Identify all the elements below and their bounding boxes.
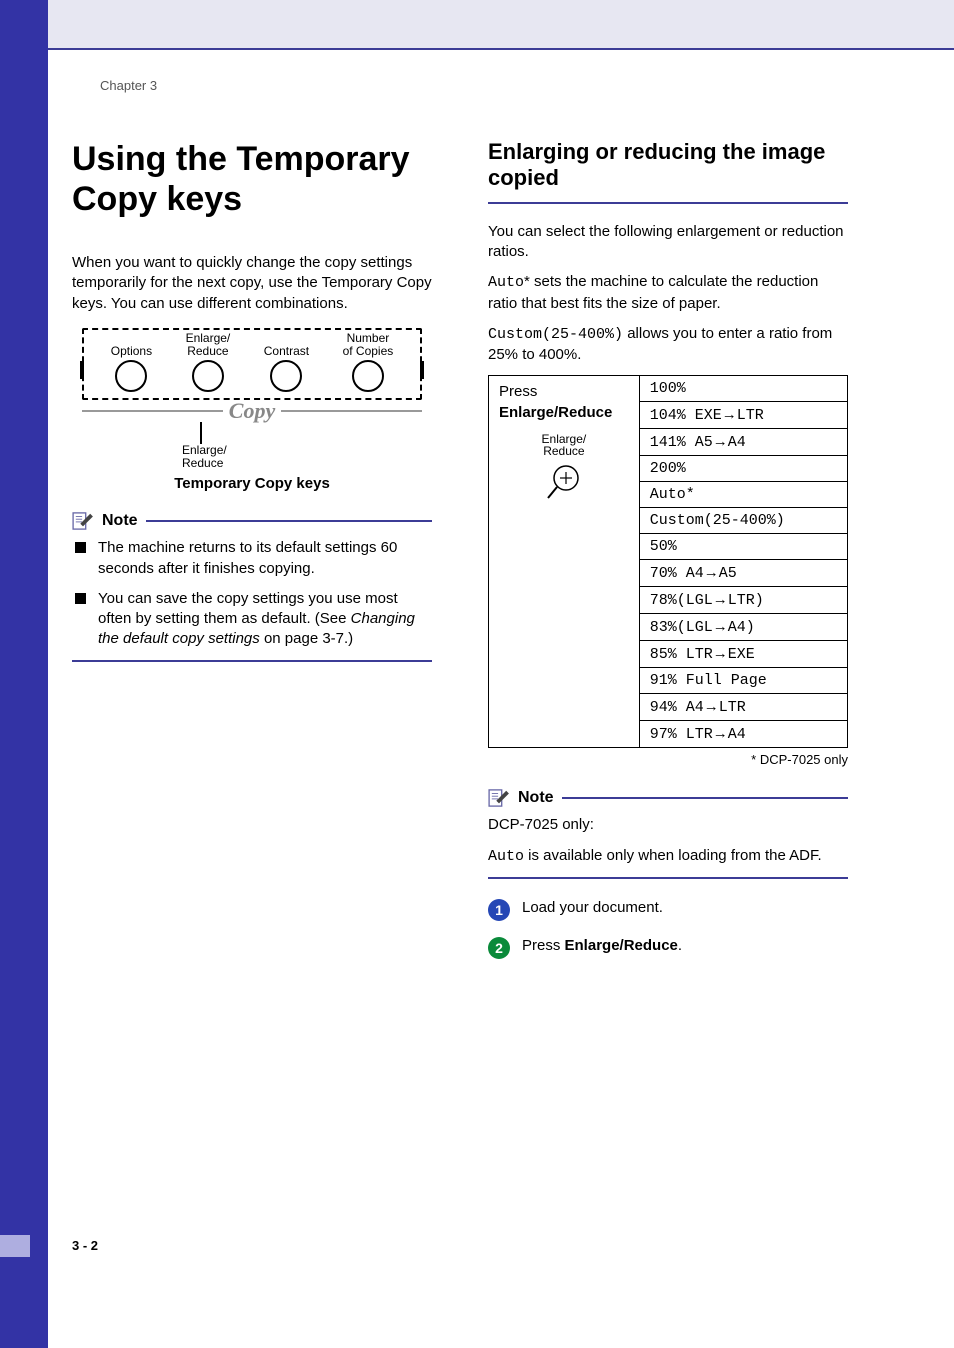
circle-icon: [270, 360, 302, 392]
left-margin-band: [0, 0, 48, 1348]
right-note-line1: DCP-7025 only:: [488, 815, 848, 835]
note-header-left: Note: [72, 512, 432, 530]
ratio-cell: 94% A4→LTR: [639, 694, 847, 721]
heading-rule: [488, 202, 848, 204]
options-button-graphic: Options: [111, 345, 152, 393]
note-header-right: Note: [488, 789, 848, 807]
enlarge-reduce-key-label: Enlarge/ Reduce: [499, 433, 629, 458]
step-bullet-1: 1: [488, 899, 510, 921]
copy-divider: Copy: [82, 398, 422, 424]
table-left-press: Press: [499, 383, 537, 400]
note-end-rule: [72, 660, 432, 662]
section-heading-left: Using the Temporary Copy keys: [72, 139, 432, 219]
chapter-label: Chapter 3: [100, 78, 892, 93]
auto-code-2: Auto: [488, 848, 524, 865]
note-list: The machine returns to its default setti…: [72, 538, 432, 649]
note-item: You can save the copy settings you use m…: [72, 589, 432, 650]
pointer-label: Enlarge/ Reduce: [182, 444, 422, 469]
right-note-line2-rest: is available only when loading from the …: [524, 847, 822, 864]
enlarge-reduce-button-graphic: Enlarge/ Reduce: [186, 332, 231, 392]
ratio-cell: Custom(25-400%): [639, 508, 847, 534]
note-pencil-icon: [488, 789, 510, 807]
options-label: Options: [111, 345, 152, 358]
step-2: 2 Press Enlarge/Reduce.: [488, 937, 848, 959]
step-2-text: Press Enlarge/Reduce.: [522, 937, 682, 954]
ratio-cell: 50%: [639, 534, 847, 560]
right-note-line2: Auto is available only when loading from…: [488, 846, 848, 867]
note-end-rule: [488, 877, 848, 879]
right-p2-rest: * sets the machine to calculate the redu…: [488, 273, 818, 311]
ratio-cell: 200%: [639, 456, 847, 482]
ratio-cell: 97% LTR→A4: [639, 721, 847, 748]
ratio-cell: 91% Full Page: [639, 668, 847, 694]
copy-panel-diagram: Options Enlarge/ Reduce Contrast Number …: [82, 328, 422, 492]
ratio-cell: 70% A4→A5: [639, 560, 847, 587]
circle-icon: [352, 360, 384, 392]
section-heading-right: Enlarging or reducing the image copied: [488, 139, 848, 192]
table-left-bold: Enlarge/Reduce: [499, 404, 612, 421]
ratio-cell: 100%: [639, 376, 847, 402]
contrast-button-graphic: Contrast: [264, 345, 309, 393]
circle-icon: [115, 360, 147, 392]
ratio-cell: 141% A5→A4: [639, 429, 847, 456]
step-2-prefix: Press: [522, 937, 565, 954]
connector-line: [200, 422, 202, 444]
num-copies-button-graphic: Number of Copies: [343, 332, 394, 392]
top-band: [0, 0, 954, 48]
table-footnote: * DCP-7025 only: [488, 752, 848, 767]
intro-paragraph: When you want to quickly change the copy…: [72, 253, 432, 314]
contrast-label: Contrast: [264, 345, 309, 358]
top-band-rule: [0, 48, 954, 50]
ratio-table: Press Enlarge/Reduce Enlarge/ Reduce: [488, 375, 848, 748]
note-item: The machine returns to its default setti…: [72, 538, 432, 579]
custom-code: Custom(25-400%): [488, 326, 623, 343]
step-2-suffix: .: [678, 937, 682, 954]
step-2-bold: Enlarge/Reduce: [565, 937, 678, 954]
ratio-cell: 85% LTR→EXE: [639, 641, 847, 668]
circle-icon: [192, 360, 224, 392]
ratio-cell: Auto*: [639, 482, 847, 508]
right-p3: Custom(25-400%) allows you to enter a ra…: [488, 324, 848, 366]
ratio-cell: 78%(LGL→LTR): [639, 587, 847, 614]
right-p2: Auto* sets the machine to calculate the …: [488, 272, 848, 314]
num-copies-label: Number of Copies: [343, 332, 394, 357]
note-label: Note: [102, 512, 138, 530]
ratio-cell: 83%(LGL→A4): [639, 614, 847, 641]
page-number: 3 - 2: [72, 1238, 98, 1253]
ratio-cell: 104% EXE→LTR: [639, 402, 847, 429]
step-bullet-2: 2: [488, 937, 510, 959]
diagram-caption: Temporary Copy keys: [82, 475, 422, 492]
note-pencil-icon: [72, 512, 94, 530]
magnifier-icon: [544, 462, 584, 502]
right-p1: You can select the following enlargement…: [488, 222, 848, 263]
note-label: Note: [518, 789, 554, 807]
step-1: 1 Load your document.: [488, 899, 848, 921]
step-1-text: Load your document.: [522, 899, 663, 916]
auto-code: Auto: [488, 274, 524, 291]
left-margin-tab: [0, 1235, 30, 1257]
copy-word: Copy: [223, 398, 281, 424]
enlarge-reduce-key-graphic: Enlarge/ Reduce: [499, 433, 629, 502]
enlarge-reduce-label: Enlarge/ Reduce: [186, 332, 231, 357]
